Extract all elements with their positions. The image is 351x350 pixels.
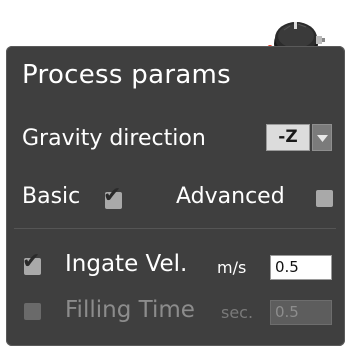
- chevron-down-icon[interactable]: [312, 124, 332, 151]
- ingate-vel-input[interactable]: 0.5: [270, 255, 332, 280]
- ingate-vel-label: Ingate Vel.: [65, 251, 188, 277]
- gravity-direction-label: Gravity direction: [22, 126, 206, 151]
- checkmark-icon: ✔: [22, 249, 41, 274]
- filling-time-unit: sec.: [221, 303, 254, 322]
- ingate-vel-checkbox[interactable]: ✔: [22, 251, 41, 275]
- basic-checkbox[interactable]: ✔: [103, 185, 122, 209]
- advanced-checkbox[interactable]: [316, 190, 333, 207]
- advanced-label: Advanced: [176, 184, 285, 209]
- ingate-vel-unit: m/s: [217, 258, 247, 277]
- gravity-direction-select[interactable]: -Z: [266, 124, 332, 151]
- panel-title: Process params: [22, 60, 232, 90]
- filling-time-label: Filling Time: [65, 297, 195, 323]
- basic-label: Basic: [22, 184, 81, 209]
- gravity-direction-value[interactable]: -Z: [266, 124, 310, 151]
- section-divider: [14, 228, 336, 229]
- checkmark-icon: ✔: [103, 183, 122, 208]
- filling-time-checkbox[interactable]: [24, 303, 41, 320]
- filling-time-input[interactable]: 0.5: [270, 300, 332, 325]
